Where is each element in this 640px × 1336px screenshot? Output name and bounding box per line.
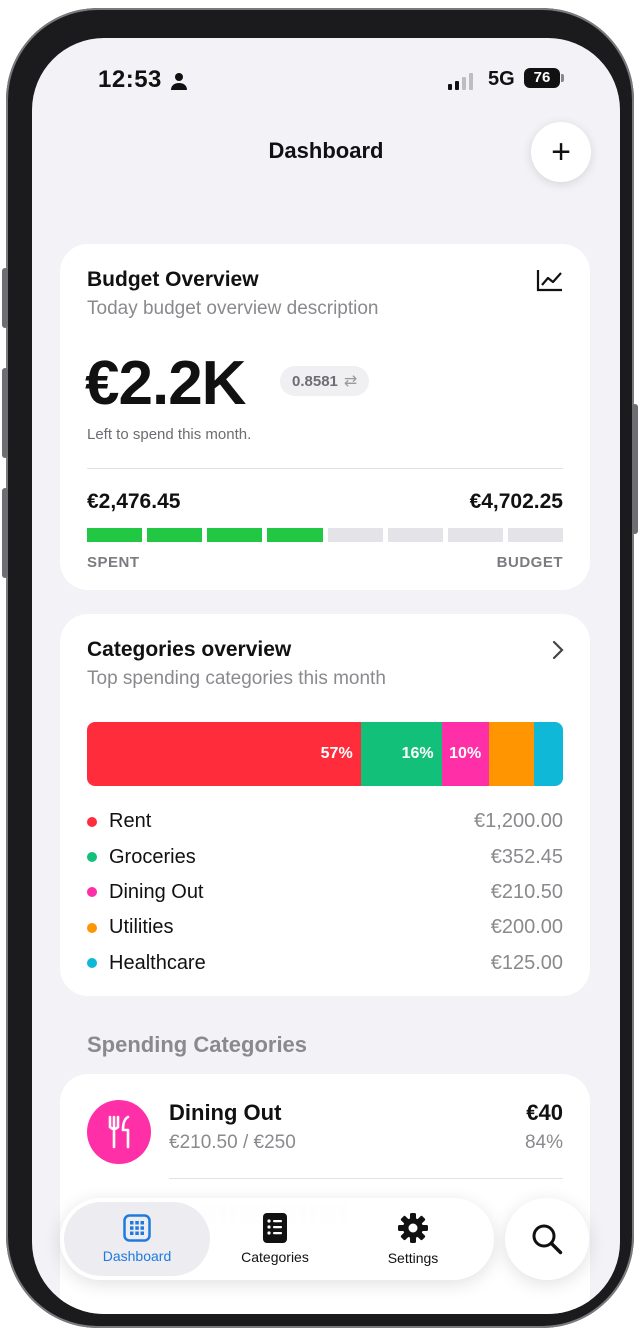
plus-icon: + (551, 132, 571, 171)
search-icon (532, 1224, 563, 1255)
legend-category-name: Groceries (109, 845, 196, 868)
spending-category-name: Dining Out (169, 1100, 282, 1125)
status-time: 12:53 (98, 66, 162, 93)
legend-category-name: Healthcare (109, 951, 206, 974)
progress-segment (507, 528, 563, 542)
tab-categories-label: Categories (241, 1249, 309, 1265)
network-label: 5G (488, 68, 515, 90)
search-button[interactable] (505, 1198, 589, 1280)
grid-icon (123, 1214, 151, 1242)
budget-overview-title: Budget Overview (87, 268, 259, 291)
progress-segment (327, 528, 383, 542)
categories-overview-subtitle: Top spending categories this month (87, 668, 386, 689)
tab-settings-label: Settings (387, 1250, 439, 1266)
divider (87, 468, 563, 469)
progress-segment (147, 528, 203, 542)
legend-category-amount: €1,200.00 (474, 810, 563, 833)
legend-row[interactable]: Groceries €352.45 (87, 839, 563, 874)
tab-bar: Dashboard Categories Settings (60, 1198, 494, 1280)
fork-knife-icon (87, 1100, 151, 1164)
legend-dot (87, 922, 97, 933)
chevron-right-icon[interactable] (552, 640, 564, 660)
budget-overview-subtitle: Today budget overview description (87, 298, 379, 319)
categories-overview-title: Categories overview (87, 638, 292, 661)
currency-rate-toggle[interactable]: 0.8581 ⇄ (280, 366, 370, 396)
category-share-bar: 57% 16% 10% (87, 722, 563, 786)
legend-category-amount: €210.50 (490, 880, 563, 903)
screen: 12:53 5G 76 Dashboard + Budget Overview … (32, 38, 620, 1314)
tab-settings[interactable]: Settings (340, 1202, 486, 1276)
category-share-segment: 16% (360, 722, 442, 786)
tab-dashboard[interactable]: Dashboard (64, 1202, 210, 1276)
legend-category-amount: €125.00 (490, 951, 563, 974)
divider (169, 1178, 563, 1179)
list-icon (263, 1213, 287, 1243)
progress-segment (387, 528, 443, 542)
legend-dot (87, 958, 97, 969)
tab-categories[interactable]: Categories (202, 1202, 348, 1276)
volume-down-button (2, 368, 8, 458)
progress-segment (87, 528, 143, 542)
legend-category-amount: €352.45 (490, 845, 563, 868)
add-button[interactable]: + (531, 122, 591, 182)
left-to-spend-text: Left to spend this month. (87, 426, 252, 443)
legend-row[interactable]: Healthcare €125.00 (87, 946, 563, 981)
budget-overview-card[interactable]: Budget Overview Today budget overview de… (60, 244, 590, 590)
spending-category-progress: €210.50 / €250 (169, 1132, 296, 1153)
spending-categories-heading: Spending Categories (87, 1032, 308, 1057)
legend-row[interactable]: Dining Out €210.50 (87, 875, 563, 910)
legend-category-name: Utilities (109, 916, 174, 939)
legend-dot (87, 852, 97, 863)
progress-segment (267, 528, 323, 542)
action-button (2, 488, 8, 578)
progress-segment (447, 528, 503, 542)
status-bar: 12:53 5G 76 (32, 66, 620, 102)
phone-frame: 12:53 5G 76 Dashboard + Budget Overview … (2, 8, 638, 1328)
tab-dashboard-label: Dashboard (102, 1248, 172, 1264)
category-share-segment: 10% (441, 722, 490, 786)
signal-icon (448, 72, 473, 90)
legend-category-name: Dining Out (109, 880, 204, 903)
budget-label: BUDGET (496, 554, 563, 571)
budget-amount: €4,702.25 (469, 490, 563, 513)
budget-progress-bar (87, 528, 563, 542)
power-button (632, 404, 638, 534)
spending-category-percent: 84% (524, 1132, 563, 1153)
volume-up-button (2, 268, 8, 328)
swap-icon: ⇄ (343, 373, 358, 390)
battery-icon: 76 (524, 68, 564, 88)
legend-dot (87, 816, 97, 827)
category-share-segment (489, 722, 535, 786)
categories-overview-card[interactable]: Categories overview Top spending categor… (60, 614, 590, 996)
trend-chart-icon[interactable] (536, 268, 564, 292)
gear-icon (398, 1213, 428, 1243)
category-legend: Rent €1,200.00 Groceries €352.45 Dining Out €… (87, 804, 563, 981)
spent-amount: €2,476.45 (87, 490, 181, 513)
exchange-rate: 0.8581 (292, 372, 338, 390)
category-share-segment: 57% (87, 722, 361, 786)
legend-row[interactable]: Utilities €200.00 (87, 910, 563, 945)
progress-segment (207, 528, 263, 542)
legend-category-amount: €200.00 (490, 916, 563, 939)
legend-category-name: Rent (109, 810, 152, 833)
category-share-segment (534, 722, 563, 786)
legend-dot (87, 887, 97, 898)
spending-category-remaining: €40 (526, 1100, 563, 1125)
remaining-amount: €2.2K (85, 349, 246, 418)
legend-row[interactable]: Rent €1,200.00 (87, 804, 563, 839)
spent-label: SPENT (87, 554, 140, 571)
person-icon (171, 73, 187, 90)
